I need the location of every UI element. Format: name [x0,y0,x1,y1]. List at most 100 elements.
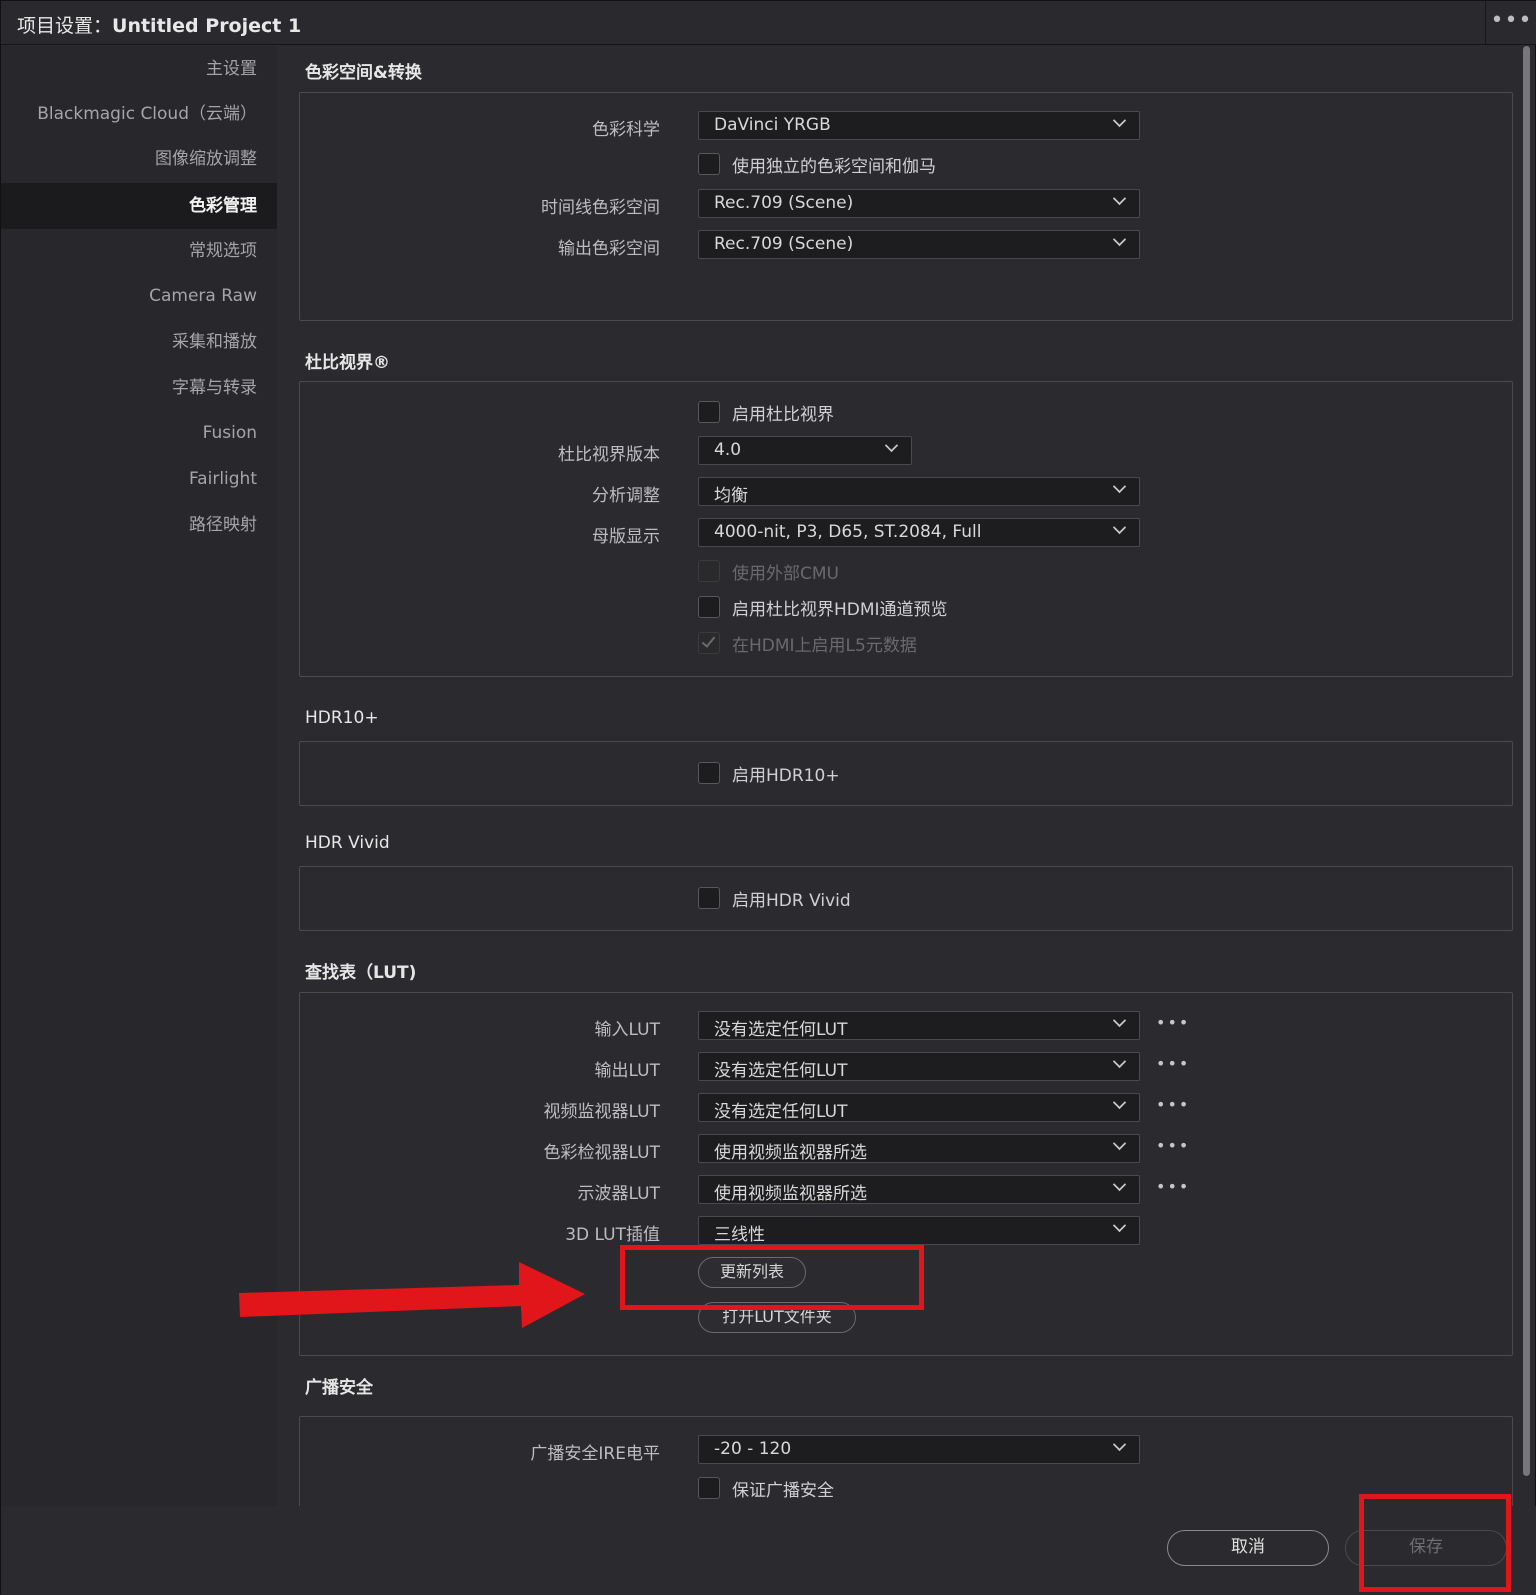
video-monitor-lut-label: 视频监视器LUT [543,1102,660,1122]
annotation-highlight-update-list [620,1245,924,1310]
enable-hdr10-label: 启用HDR10+ [732,766,840,786]
sidebar-item-fairlight[interactable]: Fairlight [1,456,277,502]
scrollbar-thumb[interactable] [1523,46,1530,1476]
separate-gamma-checkbox[interactable] [698,153,720,175]
input-lut-select[interactable]: 没有选定任何LUT [698,1011,1140,1040]
output-lut-label: 输出LUT [594,1061,660,1081]
dolby-version-select[interactable]: 4.0 [698,436,912,465]
chevron-down-icon [884,438,899,453]
chevron-down-icon [1112,113,1127,128]
timeline-space-select[interactable]: Rec.709 (Scene) [698,189,1140,218]
output-lut-more-icon[interactable]: ••• [1156,1054,1190,1073]
dolby-version-label: 杜比视界版本 [558,445,660,465]
lut-interpolation-value: 三线性 [714,1225,765,1245]
scopes-lut-value: 使用视频监视器所选 [714,1184,867,1204]
input-lut-value: 没有选定任何LUT [714,1020,848,1040]
panel-dolby: 启用杜比视界 杜比视界版本 4.0 分析调整 均衡 母版显示 4000-nit,… [299,381,1513,677]
chevron-down-icon [1112,232,1127,247]
more-options-icon[interactable]: ••• [1485,1,1536,45]
scopes-lut-select[interactable]: 使用视频监视器所选 [698,1175,1140,1204]
hdmi-preview-label: 启用杜比视界HDMI通道预览 [732,600,948,620]
output-space-value: Rec.709 (Scene) [714,234,854,254]
section-title-dolby: 杜比视界® [305,353,390,373]
enable-hdr-vivid-checkbox[interactable] [698,887,720,909]
external-cmu-label: 使用外部CMU [732,564,839,584]
timeline-space-value: Rec.709 (Scene) [714,193,854,213]
mastering-display-select[interactable]: 4000-nit, P3, D65, ST.2084, Full [698,518,1140,547]
title-prefix: 项目设置： [17,15,113,37]
color-viewer-lut-label: 色彩检视器LUT [543,1143,660,1163]
chevron-down-icon [1112,1054,1127,1069]
ensure-broadcast-safe-label: 保证广播安全 [732,1481,834,1501]
color-viewer-lut-select[interactable]: 使用视频监视器所选 [698,1134,1140,1163]
enable-dolby-checkbox[interactable] [698,401,720,423]
sidebar-item-blackmagic-cloud[interactable]: Blackmagic Cloud（云端） [1,91,277,137]
enable-hdr10-checkbox[interactable] [698,762,720,784]
input-lut-more-icon[interactable]: ••• [1156,1013,1190,1032]
scopes-lut-label: 示波器LUT [577,1184,660,1204]
external-cmu-checkbox [698,560,720,582]
color-science-value: DaVinci YRGB [714,115,831,135]
section-title-hdr10: HDR10+ [305,708,379,728]
color-science-select[interactable]: DaVinci YRGB [698,111,1140,140]
sidebar-item-subtitles[interactable]: 字幕与转录 [1,365,277,411]
lut-interpolation-label: 3D LUT插值 [565,1225,660,1245]
ensure-broadcast-safe-checkbox[interactable] [698,1477,720,1499]
sidebar-item-general-options[interactable]: 常规选项 [1,228,277,274]
output-space-select[interactable]: Rec.709 (Scene) [698,230,1140,259]
mastering-display-label: 母版显示 [592,527,660,547]
footer-bar: 取消 保存 [1,1506,1536,1595]
output-lut-select[interactable]: 没有选定任何LUT [698,1052,1140,1081]
dolby-version-value: 4.0 [714,440,742,460]
l5-metadata-checkbox [698,632,720,654]
chevron-down-icon [1112,1013,1127,1028]
cancel-button[interactable]: 取消 [1167,1530,1329,1566]
project-name: Untitled Project 1 [112,15,302,37]
chevron-down-icon [1112,520,1127,535]
panel-broadcast: 广播安全IRE电平 -20 - 120 保证广播安全 [299,1416,1513,1506]
chevron-down-icon [1112,479,1127,494]
broadcast-ire-label: 广播安全IRE电平 [530,1444,660,1464]
sidebar-item-path-mapping[interactable]: 路径映射 [1,502,277,548]
window-title: 项目设置：Untitled Project 1 [17,11,301,38]
mastering-display-value: 4000-nit, P3, D65, ST.2084, Full [714,522,982,542]
sidebar-item-capture-playback[interactable]: 采集和播放 [1,319,277,365]
color-viewer-lut-more-icon[interactable]: ••• [1156,1136,1190,1155]
video-monitor-lut-value: 没有选定任何LUT [714,1102,848,1122]
scopes-lut-more-icon[interactable]: ••• [1156,1177,1190,1196]
analysis-tuning-label: 分析调整 [592,486,660,506]
timeline-space-label: 时间线色彩空间 [541,198,660,218]
section-title-broadcast: 广播安全 [305,1378,373,1398]
section-title-lut: 查找表（LUT) [305,963,417,983]
video-monitor-lut-select[interactable]: 没有选定任何LUT [698,1093,1140,1122]
settings-sidebar: 主设置 Blackmagic Cloud（云端） 图像缩放调整 色彩管理 常规选… [1,46,277,1516]
chevron-down-icon [1112,191,1127,206]
panel-hdr10: 启用HDR10+ [299,741,1513,806]
input-lut-label: 输入LUT [594,1020,660,1040]
chevron-down-icon [1112,1095,1127,1110]
annotation-arrow-icon [239,1262,585,1328]
sidebar-item-image-scaling[interactable]: 图像缩放调整 [1,136,277,182]
lut-interpolation-select[interactable]: 三线性 [698,1216,1140,1245]
enable-hdr-vivid-label: 启用HDR Vivid [732,891,851,911]
sidebar-item-master-settings[interactable]: 主设置 [1,46,277,92]
panel-color-space: 色彩科学 DaVinci YRGB 使用独立的色彩空间和伽马 时间线色彩空间 R… [299,92,1513,321]
hdmi-preview-checkbox[interactable] [698,596,720,618]
sidebar-item-camera-raw[interactable]: Camera Raw [1,273,277,319]
chevron-down-icon [1112,1177,1127,1192]
l5-metadata-label: 在HDMI上启用L5元数据 [732,636,917,656]
separate-gamma-label: 使用独立的色彩空间和伽马 [732,157,936,177]
chevron-down-icon [1112,1218,1127,1233]
analysis-tuning-select[interactable]: 均衡 [698,477,1140,506]
sidebar-item-fusion[interactable]: Fusion [1,410,277,456]
content-scrollbar[interactable] [1521,46,1533,1476]
video-monitor-lut-more-icon[interactable]: ••• [1156,1095,1190,1114]
chevron-down-icon [1112,1136,1127,1151]
section-title-color-space: 色彩空间&转换 [305,63,422,83]
section-title-hdr-vivid: HDR Vivid [305,833,390,853]
project-settings-window: 项目设置：Untitled Project 1 ••• 主设置 Blackmag… [0,0,1536,1595]
broadcast-ire-select[interactable]: -20 - 120 [698,1435,1140,1464]
title-bar: 项目设置：Untitled Project 1 ••• [1,1,1536,45]
sidebar-item-color-management[interactable]: 色彩管理 [1,183,277,229]
panel-hdr-vivid: 启用HDR Vivid [299,866,1513,931]
